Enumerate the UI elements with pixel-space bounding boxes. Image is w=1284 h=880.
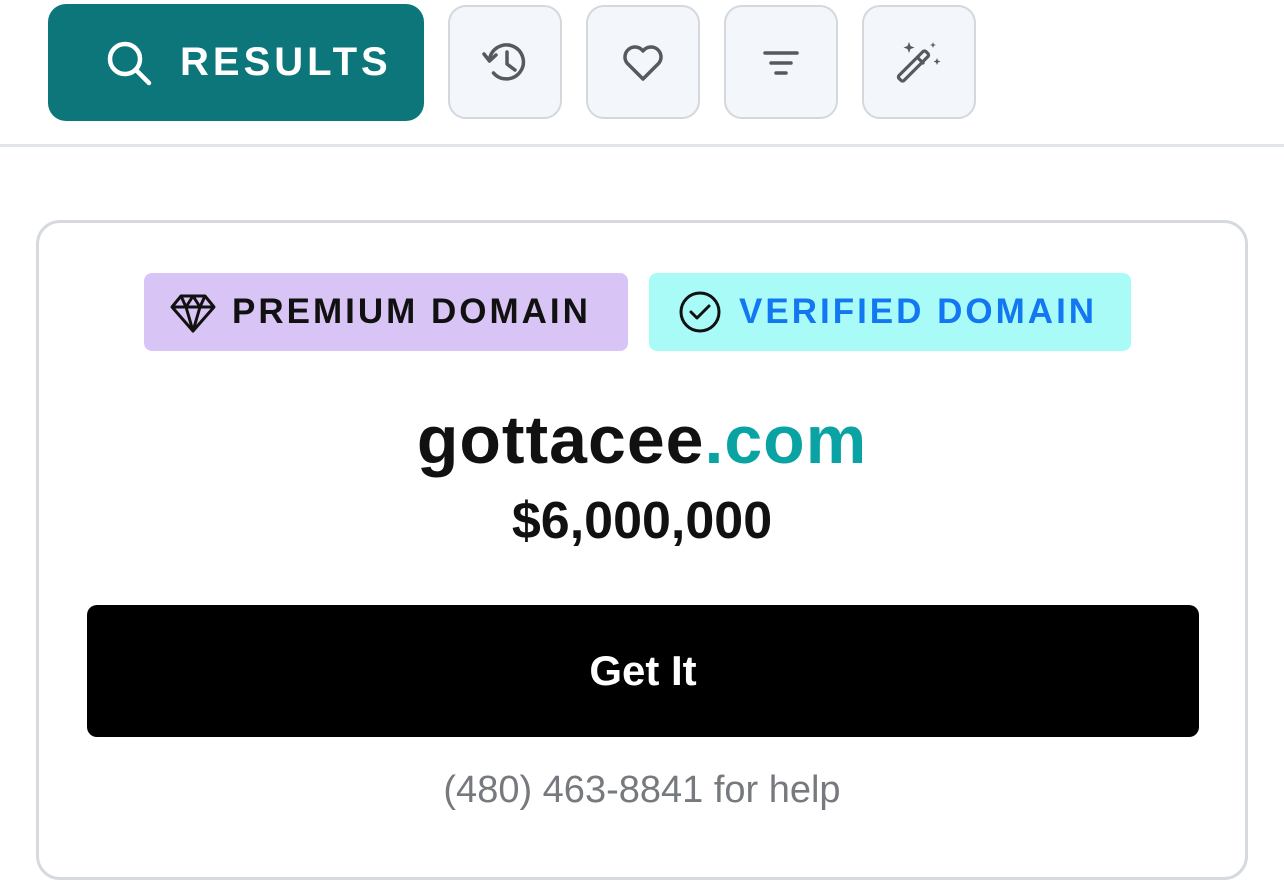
filter-icon — [763, 51, 799, 75]
verified-domain-badge: VERIFIED DOMAIN — [649, 273, 1131, 351]
domain-card: PREMIUM DOMAIN VERIFIED DOMAIN gottacee.… — [36, 220, 1248, 880]
magic-button[interactable] — [862, 5, 976, 119]
results-button[interactable]: RESULTS — [48, 4, 424, 121]
get-it-button[interactable]: Get It — [87, 605, 1199, 737]
premium-domain-label: PREMIUM DOMAIN — [232, 292, 591, 331]
domain-tld: .com — [704, 402, 868, 478]
history-button[interactable] — [448, 5, 562, 119]
search-icon — [107, 41, 152, 85]
toolbar: RESULTS — [0, 0, 1284, 147]
domain-price: $6,000,000 — [511, 492, 773, 550]
check-circle-icon — [679, 291, 721, 333]
help-phone-text: (480) 463-8841 for help — [443, 769, 841, 811]
verified-domain-label: VERIFIED DOMAIN — [739, 292, 1098, 331]
magic-wand-icon — [896, 42, 941, 83]
history-icon — [482, 43, 526, 81]
diamond-icon — [170, 294, 216, 333]
domain-name: gottacee.com — [39, 401, 1245, 479]
heart-icon — [623, 45, 663, 81]
domain-name-base: gottacee — [416, 402, 705, 478]
filter-button[interactable] — [724, 5, 838, 119]
premium-domain-badge: PREMIUM DOMAIN — [144, 273, 628, 351]
results-label: RESULTS — [180, 40, 392, 84]
favorites-button[interactable] — [586, 5, 700, 119]
